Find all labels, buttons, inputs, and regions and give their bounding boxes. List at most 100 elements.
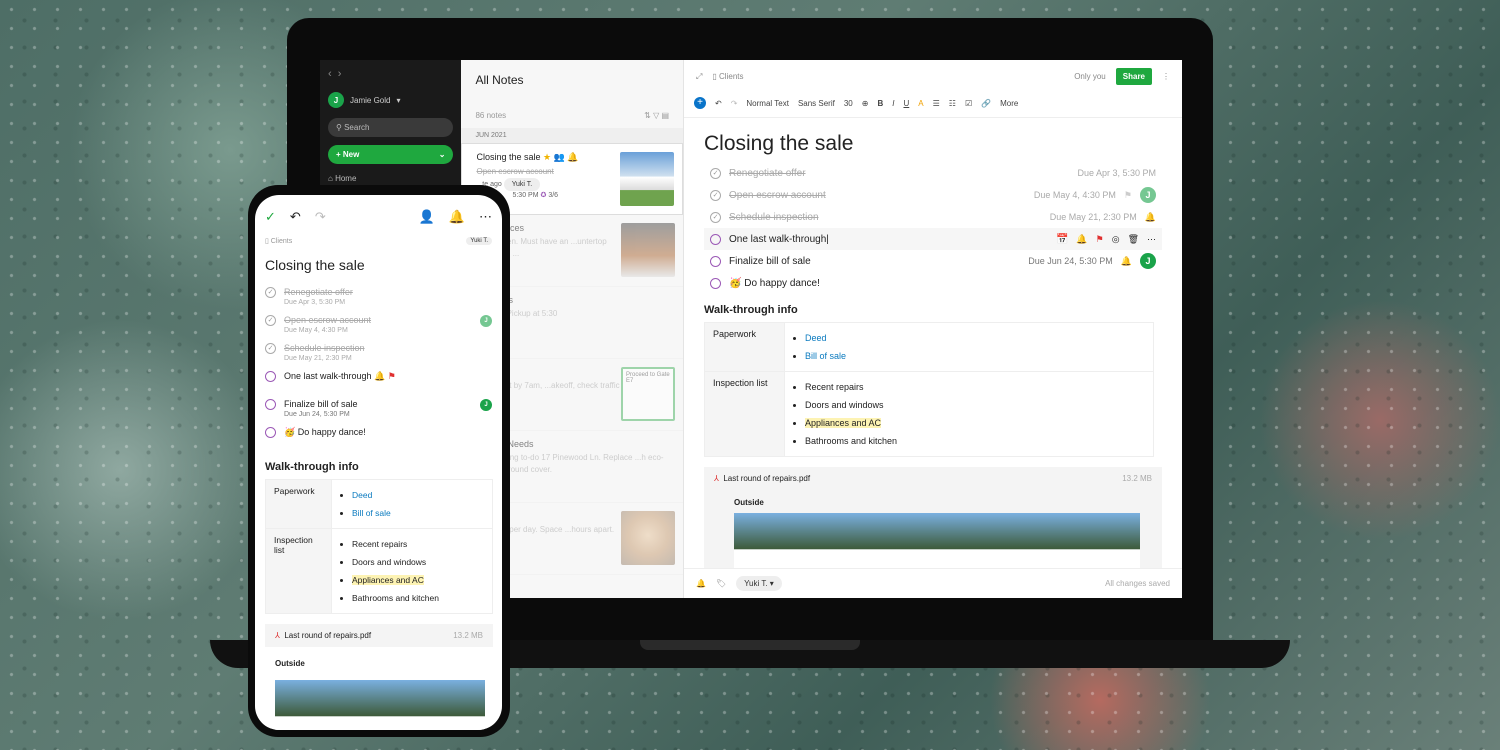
note-title[interactable]: Closing the sale xyxy=(265,257,492,273)
link-deed[interactable]: Deed xyxy=(352,490,372,500)
checkbox[interactable] xyxy=(265,427,276,438)
task-item[interactable]: 🥳 Do happy dance! xyxy=(265,423,492,451)
note-title[interactable]: Closing the sale xyxy=(704,132,1162,156)
link-bill-of-sale[interactable]: Bill of sale xyxy=(352,508,391,518)
sort-filter-view-icons[interactable]: ⇅ ▽ ▤ xyxy=(644,111,669,120)
more-icon[interactable]: ⋯ xyxy=(1147,234,1156,245)
more-dropdown[interactable]: More xyxy=(1000,99,1018,108)
checkbox[interactable] xyxy=(265,399,276,410)
bullet-list-icon[interactable]: ☰ xyxy=(933,99,940,108)
font-size-dropdown[interactable]: 30 xyxy=(844,99,853,108)
attachment-size: 13.2 MB xyxy=(1122,474,1152,483)
task-item[interactable]: One last walk-through 🔔 ⚑ xyxy=(265,367,492,395)
trash-icon[interactable]: 🗑 xyxy=(1128,234,1139,245)
bell-icon[interactable]: 🔔 xyxy=(1076,234,1087,245)
checked-icon[interactable]: ✓ xyxy=(265,315,276,326)
checked-icon[interactable]: ✓ xyxy=(265,343,276,354)
row-label: Paperwork xyxy=(704,322,785,372)
bell-icon: 🔔 xyxy=(374,371,386,381)
more-options-icon[interactable]: ⋮ xyxy=(1162,72,1170,81)
task-text[interactable]: One last walk-through xyxy=(729,234,826,245)
task-text: Renegotiate offer xyxy=(729,167,806,179)
flag-icon[interactable]: ⚑ xyxy=(1096,234,1104,245)
search-input[interactable]: ⚲ Search xyxy=(328,118,454,137)
insert-icon[interactable]: + xyxy=(694,97,706,109)
task-text: Do happy dance! xyxy=(744,277,820,289)
pdf-attachment[interactable]: ⅄ Last round of repairs.pdf 13.2 MB xyxy=(265,624,493,647)
add-reminder-icon[interactable]: 🔔 xyxy=(449,209,465,225)
checkbox[interactable] xyxy=(265,371,276,382)
share-button[interactable]: Share xyxy=(1115,68,1152,85)
done-check-icon[interactable]: ✓ xyxy=(265,209,276,225)
task-due: Due May 21, 2:30 PM xyxy=(284,355,352,362)
due-date-icon[interactable]: 📅 xyxy=(1056,234,1068,245)
task-item[interactable]: Finalize bill of sale Due Jun 24, 5:30 PM… xyxy=(265,395,492,423)
checked-icon[interactable]: ✓ xyxy=(265,287,276,298)
pdf-attachment[interactable]: ⅄ Last round of repairs.pdf 13.2 MB Outsid… xyxy=(704,467,1162,573)
task-item[interactable]: Finalize bill of sale Due Jun 24, 5:30 PM… xyxy=(704,250,1162,272)
task-due: Due Apr 3, 5:30 PM xyxy=(1077,168,1156,178)
row-label: Inspection list xyxy=(704,371,785,457)
task-due: Due May 4, 4:30 PM xyxy=(284,327,348,334)
list-item: Doors and windows xyxy=(805,396,1145,414)
task-item[interactable]: ✓ Renegotiate offer Due Apr 3, 5:30 PM xyxy=(704,162,1162,184)
task-item[interactable]: ✓ Open escrow account Due May 4, 4:30 PM J xyxy=(265,311,492,339)
underline-icon[interactable]: U xyxy=(903,99,909,108)
numbered-list-icon[interactable]: ☷ xyxy=(949,99,956,108)
note-tag: Yuki T. xyxy=(503,177,541,191)
more-icon[interactable]: ⋯ xyxy=(479,209,492,225)
undo-icon[interactable]: ↶ xyxy=(290,209,301,225)
highlighted-item: Appliances and AC xyxy=(352,575,424,585)
redo-icon[interactable]: ↷ xyxy=(315,209,326,225)
visibility-label: Only you xyxy=(1074,72,1106,81)
task-text: Schedule inspection xyxy=(729,211,819,223)
list-item: Doors and windows xyxy=(352,553,484,571)
tag-icon[interactable]: 🏷 xyxy=(716,579,726,588)
checked-icon[interactable]: ✓ xyxy=(710,189,721,201)
checkbox[interactable] xyxy=(710,277,721,289)
assignee-pill[interactable]: Yuki T. ▾ xyxy=(736,576,782,591)
account-switcher[interactable]: J Jamie Gold ▾ xyxy=(328,92,453,108)
font-dropdown[interactable]: Sans Serif xyxy=(798,99,835,108)
link-deed[interactable]: Deed xyxy=(805,333,827,343)
task-due: Due Jun 24, 5:30 PM xyxy=(284,411,350,418)
link-icon[interactable]: 🔗 xyxy=(981,99,991,108)
highlight-icon[interactable]: A xyxy=(918,99,923,108)
checkbox[interactable] xyxy=(710,233,721,245)
list-item: Bathrooms and kitchen xyxy=(352,589,484,607)
task-item-active[interactable]: One last walk-through | 📅 🔔 ⚑ ◎ 🗑 ⋯ xyxy=(704,228,1162,250)
italic-icon[interactable]: I xyxy=(892,99,894,108)
reminder-icon[interactable]: 🔔 xyxy=(696,579,706,588)
note-reminder: 5:30 PM xyxy=(512,191,539,199)
redo-icon[interactable]: ↷ xyxy=(731,99,738,108)
link-bill-of-sale[interactable]: Bill of sale xyxy=(805,351,846,361)
bold-icon[interactable]: B xyxy=(877,99,883,108)
checklist-icon[interactable]: ☑ xyxy=(965,99,972,108)
task-item[interactable]: 🥳 Do happy dance! xyxy=(704,272,1162,294)
assign-icon[interactable]: ◎ xyxy=(1112,234,1120,245)
add-person-icon[interactable]: 👤 xyxy=(419,209,435,225)
new-note-button[interactable]: + New ⌄ xyxy=(328,145,454,164)
task-item[interactable]: ✓ Renegotiate offer Due Apr 3, 5:30 PM xyxy=(265,283,492,311)
task-item[interactable]: ✓ Schedule inspection Due May 21, 2:30 PM 🔔 xyxy=(704,206,1162,228)
section-heading: Walk-through info xyxy=(265,461,359,473)
house-photo xyxy=(275,680,485,730)
attachment-name: Last round of repairs.pdf xyxy=(723,474,811,483)
sidebar-item-home[interactable]: ⌂ Home xyxy=(328,174,453,183)
notebook-breadcrumb[interactable]: ▯ Clients xyxy=(712,72,743,81)
text-style-dropdown[interactable]: Normal Text xyxy=(746,99,789,108)
checked-icon[interactable]: ✓ xyxy=(710,167,721,179)
undo-icon[interactable]: ↶ xyxy=(715,99,722,108)
row-label: Inspection list xyxy=(265,528,332,614)
checked-icon[interactable]: ✓ xyxy=(710,211,721,223)
bell-icon: 🔔 xyxy=(1144,211,1156,222)
history-nav[interactable]: ‹ › xyxy=(328,68,453,80)
checkbox[interactable] xyxy=(710,255,721,267)
expand-icon[interactable]: ⤢ xyxy=(696,72,702,82)
chevron-down-icon[interactable]: ⌄ xyxy=(439,150,446,159)
tag-pill[interactable]: Yuki T. xyxy=(466,237,492,245)
color-icon[interactable]: ⊕ xyxy=(862,99,869,108)
task-item[interactable]: ✓ Schedule inspection Due May 21, 2:30 PM xyxy=(265,339,492,367)
task-item[interactable]: ✓ Open escrow account Due May 4, 4:30 PM ⚑ J xyxy=(704,184,1162,206)
notebook-breadcrumb[interactable]: ▯ Clients xyxy=(265,237,292,245)
